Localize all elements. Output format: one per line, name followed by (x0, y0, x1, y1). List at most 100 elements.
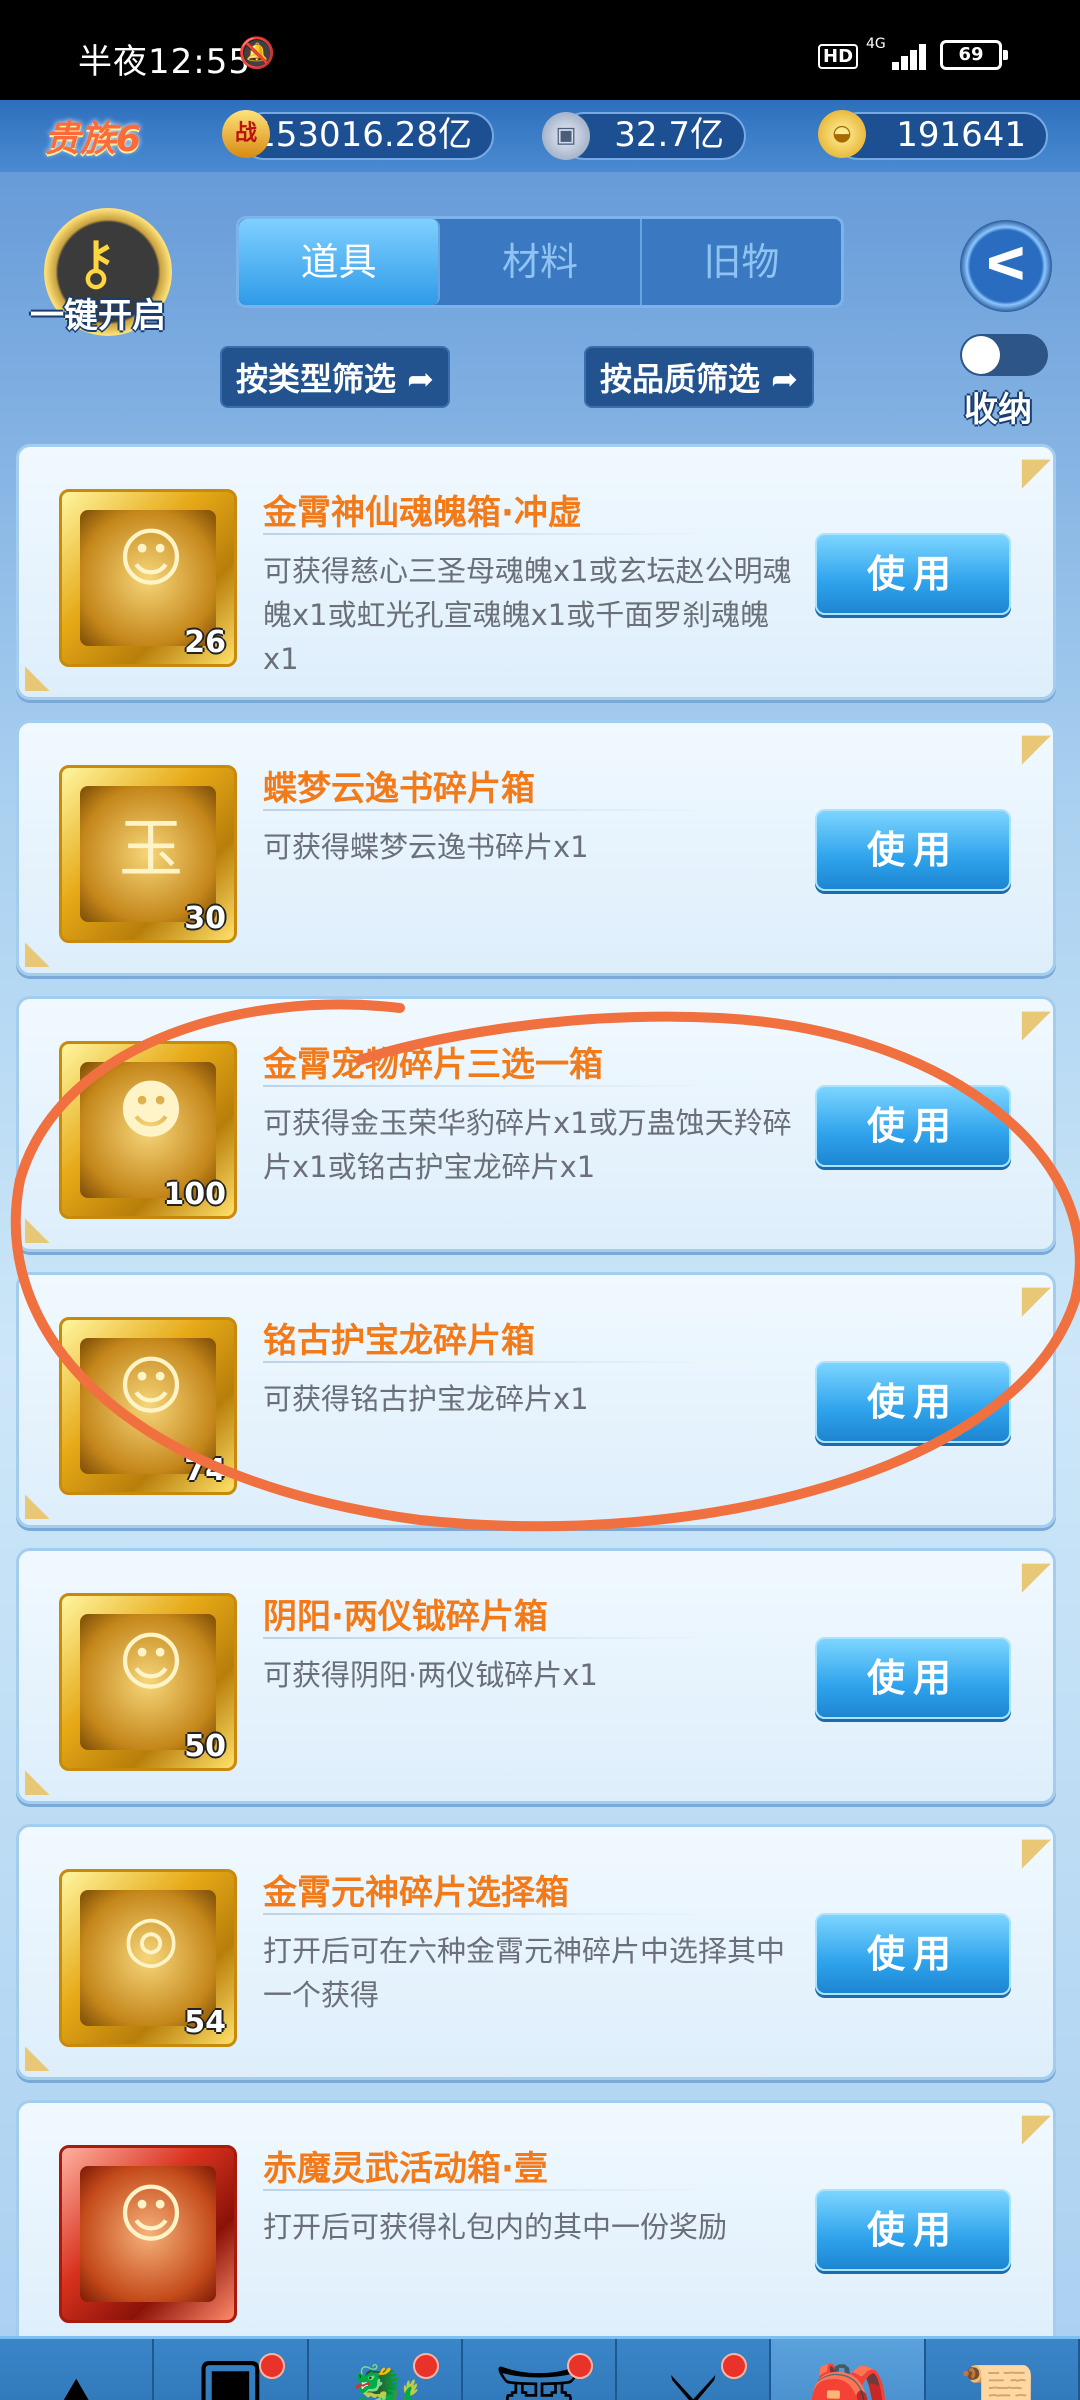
item-count: 100 (163, 1177, 226, 1212)
item-count: 50 (184, 1729, 226, 1764)
item-description: 可获得铭古护宝龙碎片x1 (263, 1382, 589, 1416)
item-emblem-icon: ☺ (117, 2178, 185, 2252)
use-button[interactable]: 使用 (815, 533, 1011, 615)
item-name: 赤魔灵武活动箱·壹 (263, 2149, 548, 2189)
seek-immortal-icon: 📜 (952, 2357, 1052, 2400)
list-item: ◤ ◣ ☺ 26 金霄神仙魂魄箱·冲虚 可获得慈心三圣母魂魄x1或玄坛赵公明魂魄… (16, 444, 1056, 700)
gold-pill: 191641 (834, 112, 1048, 160)
item-name: 铭古护宝龙碎片箱 (263, 1321, 535, 1361)
filter-by-type-button[interactable]: 按类型筛选 ➦ (220, 346, 450, 408)
corner-ornament-icon: ◤ (1021, 2105, 1051, 2149)
corner-ornament-icon: ◣ (25, 933, 50, 971)
notification-dot (721, 2353, 748, 2379)
battle-power-icon: 战 (222, 110, 270, 158)
signal-icon (880, 42, 926, 70)
item-emblem-icon: ☺ (117, 1626, 185, 1700)
corner-ornament-icon: ◤ (1021, 725, 1051, 769)
corner-ornament-icon: ◤ (1021, 1553, 1051, 1597)
corner-ornament-icon: ◣ (25, 1485, 50, 1523)
use-button[interactable]: 使用 (815, 1085, 1011, 1167)
list-item: ◤ ◣ 玉 30 蝶梦云逸书碎片箱 可获得蝶梦云逸书碎片x1 使用 (16, 720, 1056, 976)
item-count: 54 (184, 2005, 226, 2040)
tab-items[interactable]: 道具 (239, 219, 441, 305)
list-item: ◤ ☺ 赤魔灵武活动箱·壹 打开后可获得礼包内的其中一份奖励 使用 (16, 2100, 1056, 2356)
back-arrow-icon[interactable]: ᐸ (960, 220, 1052, 312)
item-icon[interactable]: ☺ 50 (59, 1593, 237, 1771)
gold-ingot-icon: ◒ (818, 110, 866, 158)
item-icon[interactable]: 玉 30 (59, 765, 237, 943)
nav-lineup[interactable]: 🂠 阵容 (154, 2339, 309, 2400)
game-screen: 贵族6 153016.28亿 战 32.7亿 ▣ 191641 ◒ ⚷ 一键开启… (0, 100, 1080, 2400)
nav-battle[interactable]: ⚔ 斗法 (617, 2339, 772, 2400)
hd-badge: HD (818, 44, 859, 69)
use-button[interactable]: 使用 (815, 1637, 1011, 1719)
item-icon[interactable]: ☺ 26 (59, 489, 237, 667)
item-description: 可获得蝶梦云逸书碎片x1 (263, 830, 589, 864)
item-name: 金霄元神碎片选择箱 (263, 1873, 569, 1913)
item-emblem-icon: ☺ (117, 1350, 185, 1424)
bell-off-icon: 🔕 (238, 36, 276, 71)
nav-dungeon[interactable]: ⛩ 副本 (463, 2339, 618, 2400)
nav-seek-immortal[interactable]: 📜 寻仙 (926, 2339, 1080, 2400)
use-button[interactable]: 使用 (815, 1913, 1011, 1995)
item-icon[interactable]: ◎ 54 (59, 1869, 237, 2047)
corner-ornament-icon: ◣ (25, 2037, 50, 2075)
item-description: 可获得阴阳·两仪钺碎片x1 (263, 1658, 598, 1692)
corner-ornament-icon: ◤ (1021, 1277, 1051, 1321)
collapse-toggle[interactable] (960, 334, 1048, 376)
battery-icon: 69 (940, 40, 1008, 70)
notification-dot (412, 2353, 439, 2379)
list-item: ◤ ◣ ☺ 50 阴阳·两仪钺碎片箱 可获得阴阳·两仪钺碎片x1 使用 (16, 1548, 1056, 1804)
item-name: 金霄神仙魂魄箱·冲虚 (263, 493, 582, 533)
corner-ornament-icon: ◤ (1021, 1829, 1051, 1873)
list-item: ◤ ◣ ◎ 54 金霄元神碎片选择箱 打开后可在六种金霄元神碎片中选择其中一个获… (16, 1824, 1056, 2080)
item-icon[interactable]: ☺ 74 (59, 1317, 237, 1495)
item-count: 30 (184, 901, 226, 936)
resource-bar: 贵族6 153016.28亿 战 32.7亿 ▣ 191641 ◒ (0, 100, 1080, 172)
collapse-label: 收纳 (964, 390, 1032, 430)
bag-tabs: 道具 材料 旧物 (236, 216, 844, 308)
silver-value: 32.7亿 (614, 115, 724, 155)
notification-dot (567, 2353, 594, 2379)
noble-level[interactable]: 贵族6 (44, 110, 141, 162)
tab-materials[interactable]: 材料 (440, 219, 642, 305)
list-item: ◤ ◣ ☻ 100 金霄宠物碎片三选一箱 可获得金玉荣华豹碎片x1或万蛊蚀天羚碎… (16, 996, 1056, 1252)
corner-ornament-icon: ◣ (25, 1209, 50, 1247)
item-description: 可获得慈心三圣母魂魄x1或玄坛赵公明魂魄x1或虹光孔宣魂魄x1或千面罗刹魂魄x1 (263, 554, 792, 676)
item-emblem-icon: 玉 (119, 813, 183, 887)
home-icon: ⛰ (26, 2357, 126, 2400)
filter-by-quality-button[interactable]: 按品质筛选 ➦ (584, 346, 814, 408)
item-count: 74 (184, 1453, 226, 1488)
tab-old-items[interactable]: 旧物 (642, 219, 841, 305)
list-item: ◤ ◣ ☺ 74 铭古护宝龙碎片箱 可获得铭古护宝龙碎片x1 使用 (16, 1272, 1056, 1528)
corner-ornament-icon: ◤ (1021, 449, 1051, 493)
item-emblem-icon: ◎ (123, 1902, 179, 1976)
nav-training[interactable]: 🐉 历练 (309, 2339, 463, 2400)
use-button[interactable]: 使用 (815, 2189, 1011, 2271)
gold-value: 191641 (896, 115, 1026, 155)
item-description: 打开后可在六种金霄元神碎片中选择其中一个获得 (263, 1934, 786, 2012)
notification-dot (258, 2353, 285, 2379)
item-description: 打开后可获得礼包内的其中一份奖励 (263, 2210, 728, 2244)
item-name: 蝶梦云逸书碎片箱 (263, 769, 535, 809)
nav-home[interactable]: ⛰ 首页 (0, 2339, 155, 2400)
item-icon[interactable]: ☻ 100 (59, 1041, 237, 1219)
corner-ornament-icon: ◣ (25, 1761, 50, 1799)
item-description: 可获得金玉荣华豹碎片x1或万蛊蚀天羚碎片x1或铭古护宝龙碎片x1 (263, 1106, 792, 1184)
item-name: 阴阳·两仪钺碎片箱 (263, 1597, 548, 1637)
item-icon[interactable]: ☺ (59, 2145, 237, 2323)
battle-power-value: 153016.28亿 (254, 115, 472, 155)
use-button[interactable]: 使用 (815, 809, 1011, 891)
use-button[interactable]: 使用 (815, 1361, 1011, 1443)
nav-backpack[interactable]: 🎒 背包 (771, 2339, 926, 2400)
clock: 半夜12:55 (78, 42, 251, 82)
corner-ornament-icon: ◣ (25, 657, 50, 695)
battle-power-pill: 153016.28亿 (240, 112, 494, 160)
corner-ornament-icon: ◤ (1021, 1001, 1051, 1045)
one-key-open-label: 一键开启 (30, 296, 166, 336)
silver-coin-icon: ▣ (542, 112, 590, 160)
bottom-nav: ⛰ 首页 🂠 阵容 🐉 历练 ⛩ 副本 ⚔ 斗法 🎒 背包 📜 (0, 2336, 1080, 2400)
item-emblem-icon: ☻ (117, 1074, 185, 1148)
item-count: 26 (184, 625, 226, 660)
status-bar: 半夜12:55 🔕 HD 4G 69 (0, 0, 1080, 100)
